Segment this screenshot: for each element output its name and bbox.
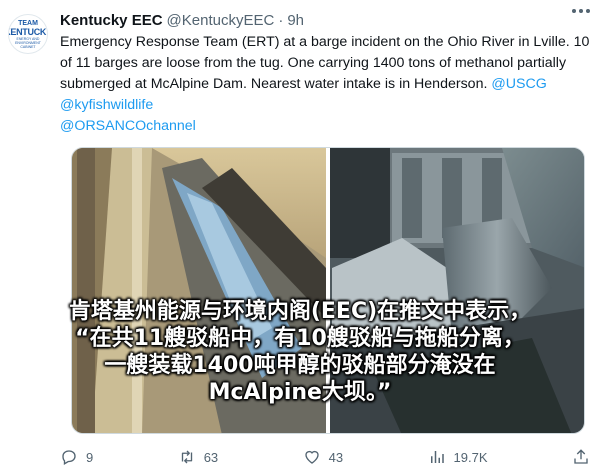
tweet-time[interactable]: 9h [287,12,304,29]
like-icon [304,450,319,464]
mention-usc[interactable]: @USCG [491,76,546,92]
meta-separator: · [278,11,284,29]
views-button[interactable]: 19.7K [428,448,488,466]
mention-orsanco[interactable]: @ORSANCOchannel [60,118,196,134]
avatar[interactable]: TEAM KENTUCKY ENERGY AND ENVIRONMENT CAB… [8,14,48,54]
tweet-text: Emergency Response Team (ERT) at a barge… [60,32,590,137]
reply-count: 9 [86,449,94,465]
account-handle[interactable]: @KentuckyEEC [167,12,275,29]
avatar-line1: TEAM [18,19,38,27]
views-count: 19.7K [453,449,488,465]
tweet-actions: 9 63 43 19.7K [60,446,590,468]
reply-button[interactable]: 9 [60,448,93,466]
mention-kyfishwildlife[interactable]: @kyfishwildlife [60,97,153,113]
tweet-header: Kentucky EEC @KentuckyEEC · 9h [60,11,590,29]
more-icon[interactable] [572,6,594,16]
share-button[interactable] [572,448,590,466]
caption-line: 一艘装载1400吨甲醇的驳船部分淹没在 [104,353,496,378]
retweet-count: 63 [203,449,219,465]
share-icon [574,449,588,464]
like-count: 43 [328,449,344,465]
caption-line: 肯塔基州能源与环境内阁(EEC)在推文中表示， [68,299,532,324]
video-caption: 肯塔基州能源与环境内阁(EEC)在推文中表示， “在共11艘驳船中，有10艘驳船… [0,298,600,406]
caption-line: McAlpine大坝。” [208,380,392,405]
retweet-button[interactable]: 63 [178,448,218,466]
views-icon [430,451,444,463]
reply-icon [62,450,76,465]
caption-line: “在共11艘驳船中，有10艘驳船与拖船分离， [75,326,525,351]
retweet-icon [181,450,192,464]
avatar-line2: KENTUCKY [9,26,47,37]
account-name[interactable]: Kentucky EEC [60,12,163,29]
avatar-line3: ENERGY AND ENVIRONMENT CABINET [15,36,41,49]
like-button[interactable]: 43 [303,448,343,466]
